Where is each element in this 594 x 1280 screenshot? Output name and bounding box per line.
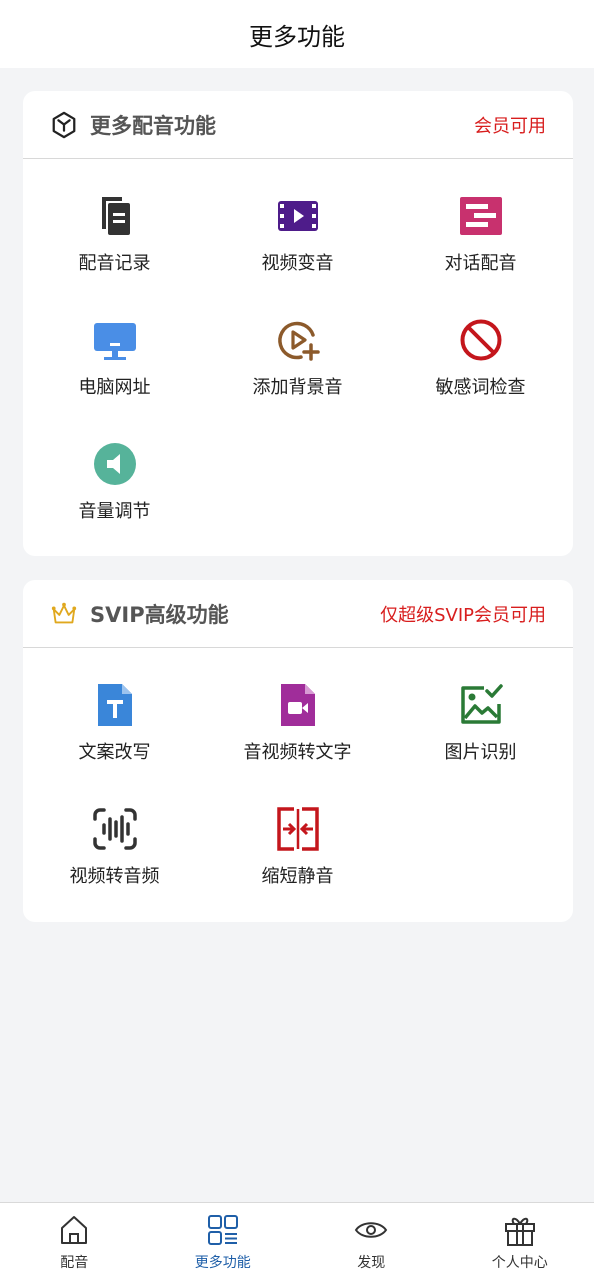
- video-file-icon: [275, 682, 321, 728]
- feature-dialogue-dubbing[interactable]: 对话配音: [389, 193, 572, 275]
- tab-discover[interactable]: 发现: [297, 1203, 446, 1280]
- feature-label: 电脑网址: [78, 377, 151, 398]
- feature-label: 添加背景音: [252, 377, 343, 398]
- play-add-icon: [275, 317, 321, 363]
- feature-video-voice-change[interactable]: 视频变音: [206, 193, 389, 275]
- feature-label: 视频变音: [261, 253, 334, 274]
- feature-volume-adjust[interactable]: 音量调节: [23, 441, 206, 523]
- svip-available-link[interactable]: 仅超级SVIP会员可用: [380, 601, 546, 627]
- feature-copy-rewrite[interactable]: 文案改写: [23, 682, 206, 764]
- monitor-icon: [92, 317, 138, 363]
- compress-icon: [275, 806, 321, 852]
- feature-label: 视频转音频: [69, 866, 160, 887]
- image-check-icon: [458, 682, 504, 728]
- card-header: 更多配音功能 会员可用: [23, 91, 573, 159]
- bottom-tab-bar: 配音 更多功能 发现 个人中心: [0, 1202, 594, 1280]
- feature-pc-url[interactable]: 电脑网址: [23, 317, 206, 399]
- feature-av-to-text[interactable]: 音视频转文字: [206, 682, 389, 764]
- feature-shorten-silence[interactable]: 缩短静音: [206, 806, 389, 888]
- text-file-icon: [92, 682, 138, 728]
- feature-label: 音量调节: [78, 501, 151, 522]
- gift-icon: [504, 1217, 535, 1246]
- tab-more-features[interactable]: 更多功能: [149, 1203, 298, 1280]
- feature-label: 敏感词检查: [435, 377, 526, 398]
- page-title: 更多功能: [249, 22, 345, 51]
- dialogue-icon: [458, 193, 504, 239]
- section-title: 更多配音功能: [90, 113, 216, 138]
- home-icon: [61, 1216, 88, 1244]
- feature-label: 图片识别: [444, 742, 517, 763]
- feature-label: 文案改写: [78, 742, 151, 763]
- svip-features-card: SVIP高级功能 仅超级SVIP会员可用 文案改写 音视频转文字 图片识别 视频…: [23, 580, 573, 922]
- dubbing-features-card: 更多配音功能 会员可用 配音记录 视频变音 对话配音 电脑网址 添加背景音 敏感…: [23, 91, 573, 556]
- feature-label: 音视频转文字: [243, 742, 352, 763]
- section-title: SVIP高级功能: [90, 602, 229, 627]
- volume-icon: [92, 441, 138, 487]
- feature-sensitive-word-check[interactable]: 敏感词检查: [389, 317, 572, 399]
- tab-personal-center[interactable]: 个人中心: [446, 1203, 594, 1280]
- video-film-icon: [275, 193, 321, 239]
- feature-add-background-music[interactable]: 添加背景音: [206, 317, 389, 399]
- tab-label: 个人中心: [491, 1255, 548, 1271]
- tab-label: 配音: [60, 1255, 89, 1271]
- prohibited-icon: [458, 317, 504, 363]
- page-header: 更多功能: [0, 0, 594, 68]
- feature-label: 对话配音: [444, 253, 517, 274]
- feature-dubbing-records[interactable]: 配音记录: [23, 193, 206, 275]
- tab-dubbing[interactable]: 配音: [0, 1203, 149, 1280]
- feature-image-recognition[interactable]: 图片识别: [389, 682, 572, 764]
- tab-label: 发现: [357, 1255, 386, 1271]
- member-available-link[interactable]: 会员可用: [474, 112, 546, 138]
- card-header: SVIP高级功能 仅超级SVIP会员可用: [23, 580, 573, 648]
- feature-label: 缩短静音: [261, 866, 334, 887]
- eye-icon: [355, 1222, 388, 1238]
- documents-icon: [92, 193, 138, 239]
- grid-menu-icon: [207, 1215, 238, 1245]
- audio-wave-icon: [92, 806, 138, 852]
- crown-icon: [49, 599, 79, 629]
- feature-label: 配音记录: [78, 253, 151, 274]
- feature-video-to-audio[interactable]: 视频转音频: [23, 806, 206, 888]
- cube-icon: [49, 110, 79, 140]
- tab-label: 更多功能: [194, 1255, 251, 1271]
